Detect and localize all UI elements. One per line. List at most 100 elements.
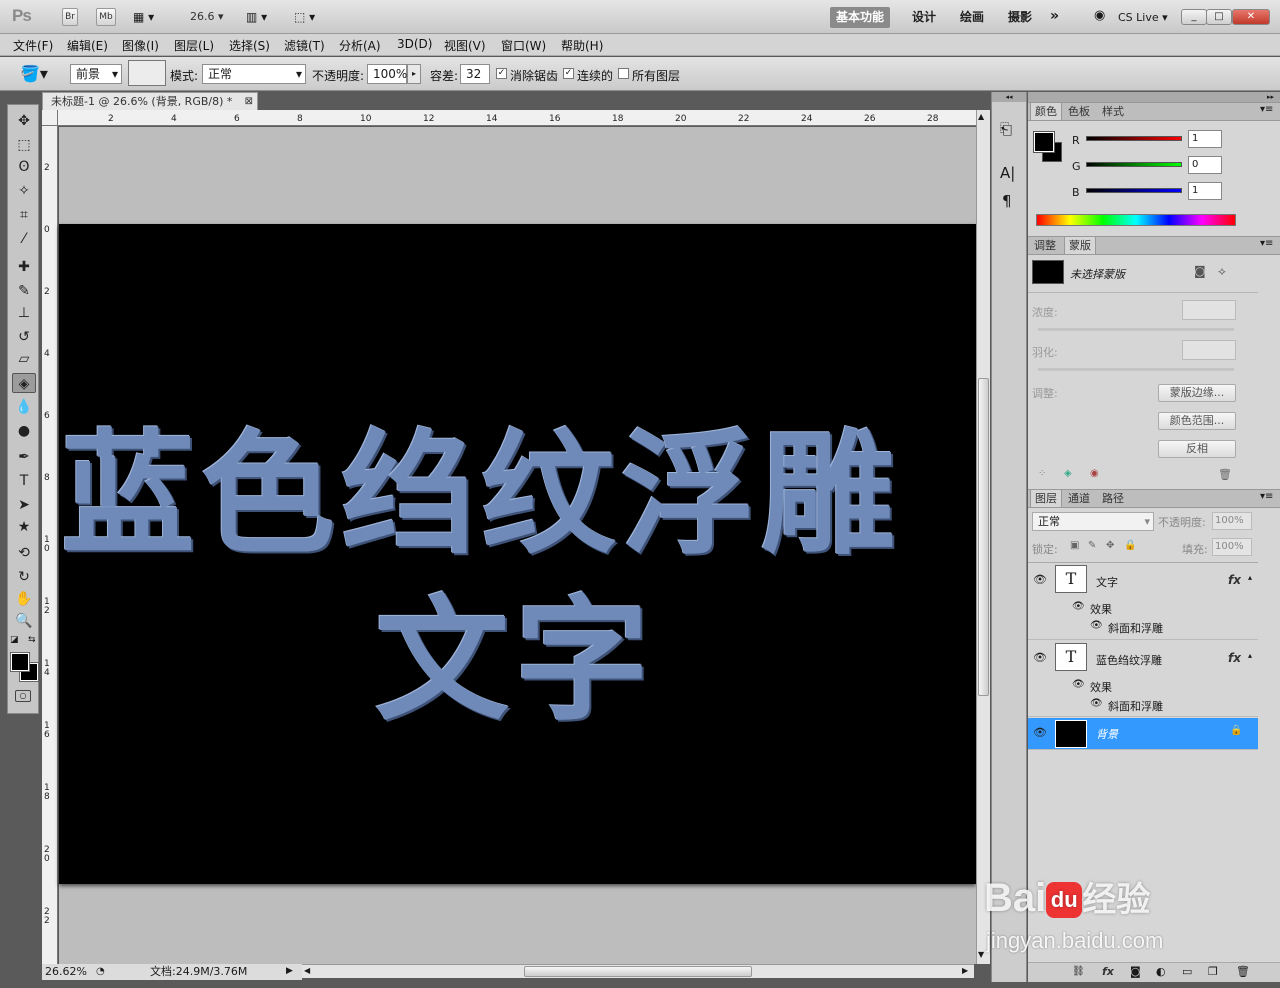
- tab-paths[interactable]: 路径: [1098, 490, 1128, 507]
- effect-eye-icon[interactable]: 👁: [1090, 620, 1103, 631]
- lock-all-icon[interactable]: 🔒: [1124, 540, 1136, 551]
- mini-bridge-button[interactable]: Mb: [96, 8, 116, 26]
- fill-source-select[interactable]: 前景 ▾: [70, 64, 122, 84]
- effect-name[interactable]: 斜面和浮雕: [1108, 620, 1163, 636]
- layer-row[interactable]: 👁 T 文字 fx ▴ 👁 效果 👁 斜面和浮雕: [1028, 563, 1258, 640]
- density-slider[interactable]: [1038, 328, 1234, 331]
- 3d-orbit-tool-icon[interactable]: ↻: [12, 567, 36, 587]
- horizontal-scroll-thumb[interactable]: [524, 966, 752, 977]
- close-button[interactable]: ✕: [1232, 9, 1270, 25]
- color-panel-menu-icon[interactable]: ▾≡: [1260, 104, 1273, 115]
- crop-tool-icon[interactable]: ⌗: [12, 205, 36, 225]
- default-colors-icon[interactable]: ◪: [10, 635, 19, 645]
- view-extras-icon[interactable]: ▦ ▾: [133, 10, 154, 24]
- menu-3d[interactable]: 3D(D): [397, 37, 432, 51]
- scroll-down-icon[interactable]: ▼: [978, 950, 984, 959]
- scroll-left-icon[interactable]: ◀: [304, 966, 310, 975]
- invert-button[interactable]: 反相: [1158, 440, 1236, 458]
- ruler-origin[interactable]: [42, 110, 58, 126]
- quick-mask-icon[interactable]: ○: [15, 690, 31, 702]
- menu-view[interactable]: 视图(V): [444, 37, 486, 54]
- close-document-icon[interactable]: ⊠: [245, 93, 253, 110]
- scroll-up-icon[interactable]: ▲: [978, 112, 984, 121]
- adjustment-layer-icon[interactable]: ◐: [1156, 965, 1166, 978]
- swap-colors-icon[interactable]: ⇆: [28, 635, 36, 645]
- menu-image[interactable]: 图像(I): [122, 37, 159, 54]
- link-layers-icon[interactable]: ⛓: [1072, 966, 1085, 977]
- foreground-swatch[interactable]: [1033, 131, 1055, 153]
- effects-eye-icon[interactable]: 👁: [1072, 679, 1085, 690]
- tolerance-input[interactable]: 32: [460, 64, 490, 84]
- screen-mode-icon[interactable]: ⬚ ▾: [294, 10, 315, 24]
- scroll-right-icon[interactable]: ▶: [962, 966, 968, 975]
- add-style-icon[interactable]: fx: [1102, 965, 1114, 978]
- dock-collapse-icon[interactable]: ◂◂: [992, 92, 1026, 102]
- eyedropper-tool-icon[interactable]: ⁄: [12, 229, 36, 249]
- foreground-color-swatch[interactable]: [10, 652, 30, 672]
- menu-analysis[interactable]: 分析(A): [339, 37, 381, 54]
- minimize-button[interactable]: _: [1181, 9, 1207, 25]
- status-info-icon[interactable]: ◔: [96, 964, 105, 979]
- g-value-input[interactable]: 0: [1188, 156, 1222, 174]
- opacity-slider-icon[interactable]: ▸: [407, 64, 421, 84]
- pixel-mask-icon[interactable]: ◙: [1194, 264, 1206, 278]
- history-brush-tool-icon[interactable]: ↺: [12, 327, 36, 347]
- effects-eye-icon[interactable]: 👁: [1072, 601, 1085, 612]
- tab-layers[interactable]: 图层: [1030, 490, 1062, 507]
- antialias-checkbox[interactable]: ✓: [496, 68, 507, 79]
- status-menu-icon[interactable]: ▶: [286, 964, 293, 979]
- blend-mode-select[interactable]: 正常 ▾: [1032, 512, 1154, 531]
- layer-row[interactable]: 👁 T 蓝色绉纹浮雕 fx ▴ 👁 效果 👁 斜面和浮雕: [1028, 641, 1258, 717]
- vertical-scrollbar[interactable]: ▲ ▼: [976, 110, 990, 964]
- bridge-button[interactable]: Br: [62, 8, 78, 26]
- visibility-eye-icon[interactable]: 👁: [1033, 573, 1047, 586]
- layers-panel-menu-icon[interactable]: ▾≡: [1260, 491, 1273, 502]
- vector-mask-icon[interactable]: ⟡: [1218, 264, 1226, 279]
- add-mask-icon[interactable]: ◙: [1130, 965, 1141, 978]
- mode-select[interactable]: 正常 ▾: [202, 64, 306, 84]
- new-layer-icon[interactable]: ❐: [1208, 965, 1218, 978]
- color-range-button[interactable]: 颜色范围...: [1158, 412, 1236, 430]
- density-input[interactable]: [1182, 300, 1236, 320]
- r-value-input[interactable]: 1: [1188, 130, 1222, 148]
- opacity-input[interactable]: 100%: [367, 64, 407, 84]
- workspace-photography[interactable]: 摄影: [1002, 7, 1038, 28]
- disable-mask-icon[interactable]: ◉: [1090, 468, 1099, 479]
- eraser-tool-icon[interactable]: ▱: [12, 349, 36, 369]
- horizontal-ruler[interactable]: 2 4 6 8 10 12 14 16 18 20 22 24 26 28: [58, 110, 976, 126]
- type-tool-icon[interactable]: T: [12, 471, 36, 491]
- new-group-icon[interactable]: ▭: [1182, 965, 1192, 978]
- effect-eye-icon[interactable]: 👁: [1090, 698, 1103, 709]
- move-tool-icon[interactable]: ✥: [12, 111, 36, 131]
- tab-color[interactable]: 颜色: [1030, 103, 1062, 120]
- r-slider[interactable]: [1086, 136, 1182, 141]
- feather-slider[interactable]: [1038, 368, 1234, 371]
- menu-window[interactable]: 窗口(W): [501, 37, 546, 54]
- history-panel-icon[interactable]: ⎗: [1000, 120, 1012, 138]
- delete-mask-icon[interactable]: 🗑: [1218, 468, 1232, 481]
- apply-mask-icon[interactable]: ◈: [1064, 468, 1072, 479]
- vertical-scroll-thumb[interactable]: [978, 378, 989, 696]
- brush-tool-icon[interactable]: ✎: [12, 281, 36, 301]
- healing-brush-tool-icon[interactable]: ✚: [12, 257, 36, 277]
- g-slider[interactable]: [1086, 162, 1182, 167]
- contiguous-checkbox[interactable]: ✓: [563, 68, 574, 79]
- lock-position-icon[interactable]: ✥: [1106, 540, 1114, 551]
- panel-collapse-icon[interactable]: ▸▸: [1028, 92, 1280, 102]
- document-tab[interactable]: 未标题-1 @ 26.6% (背景, RGB/8) * ⊠: [42, 92, 258, 110]
- menu-select[interactable]: 选择(S): [229, 37, 270, 54]
- lock-transparency-icon[interactable]: ▣: [1070, 540, 1079, 551]
- lock-pixels-icon[interactable]: ✎: [1088, 540, 1096, 551]
- feather-input[interactable]: [1182, 340, 1236, 360]
- zoom-level-select[interactable]: 26.6 ▾: [190, 10, 224, 23]
- fx-icon[interactable]: fx: [1228, 573, 1241, 587]
- tab-adjustments[interactable]: 调整: [1030, 237, 1060, 254]
- load-selection-icon[interactable]: ⁘: [1038, 468, 1046, 479]
- cs-live-menu[interactable]: CS Live ▾: [1118, 11, 1168, 24]
- cs-live-icon[interactable]: ◉: [1094, 8, 1105, 23]
- layer-name[interactable]: 文字: [1096, 574, 1118, 590]
- menu-help[interactable]: 帮助(H): [561, 37, 603, 54]
- path-selection-tool-icon[interactable]: ➤: [12, 495, 36, 515]
- b-slider[interactable]: [1086, 188, 1182, 193]
- menu-file[interactable]: 文件(F): [13, 37, 53, 54]
